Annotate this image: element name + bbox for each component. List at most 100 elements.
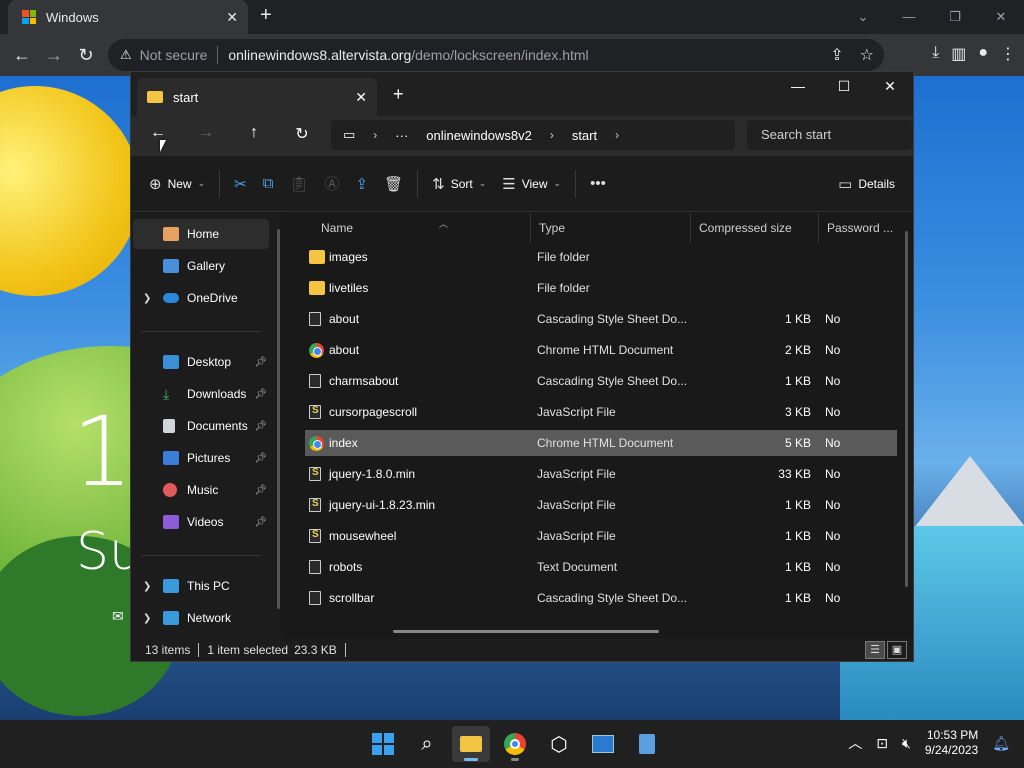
column-header-type[interactable]: Type [531,213,691,243]
file-row[interactable]: robots Text Document 1 KB No [305,554,897,580]
notepad-taskbar-button[interactable] [628,726,666,762]
nav-item-videos[interactable]: Videos 📌︎ [133,507,269,537]
cut-button[interactable]: ✂ [226,168,255,200]
forward-arrow-icon[interactable]: → [38,45,70,66]
sort-button[interactable]: ⇅ Sort ⌄ [424,168,494,200]
url-text[interactable]: onlinewindows8.altervista.org/demo/locks… [228,47,588,63]
chevron-right-icon[interactable]: ❯ [143,293,151,304]
file-password: No [825,467,841,481]
rename-button[interactable]: Ⓐ [316,168,347,200]
security-label[interactable]: Not secure [140,47,208,63]
column-header-compressed-size[interactable]: Compressed size [691,213,819,243]
chevron-right-icon[interactable]: › [550,128,554,142]
nav-item-pictures[interactable]: Pictures 📌︎ [133,443,269,473]
bookmark-star-icon[interactable]: ☆ [860,45,874,65]
file-row[interactable]: mousewheel JavaScript File 1 KB No [305,523,897,549]
view-button[interactable]: ☰ View ⌄ [494,168,569,200]
back-arrow-icon[interactable]: ← [6,45,38,66]
column-header-password[interactable]: Password ... [819,213,905,243]
large-icons-view-icon[interactable]: ▣ [887,641,907,659]
nav-item-music[interactable]: Music 📌︎ [133,475,269,505]
address-bar[interactable]: ▭ › ··· onlinewindows8v2 › start › [331,120,735,150]
search-icon[interactable]: ⌕ [408,726,446,762]
new-button[interactable]: ⊕ New ⌄ [141,168,213,200]
nav-item-this-pc[interactable]: ❯ This PC [133,571,269,601]
chevron-right-icon[interactable]: › [373,128,377,142]
notification-bell-icon[interactable]: 🔔︎ [992,735,1010,752]
more-locations-icon[interactable]: ··· [395,128,408,143]
file-row[interactable]: charmsabout Cascading Style Sheet Do... 1 … [305,368,897,394]
volume-muted-icon[interactable]: 🔇︎ [902,735,911,752]
new-tab-button[interactable]: + [260,4,272,27]
warning-icon[interactable]: ⚠ [120,47,132,63]
nav-scrollbar[interactable] [277,229,280,609]
chevron-right-icon[interactable]: › [615,128,619,142]
breadcrumb-item[interactable]: start [572,128,597,143]
share-button[interactable]: ⇪ [348,168,377,200]
nav-item-network[interactable]: ❯ Network [133,603,269,633]
nav-item-desktop[interactable]: Desktop 📌︎ [133,347,269,377]
nav-item-home[interactable]: Home [133,219,269,249]
column-header-name[interactable]: ︿ Name [313,213,531,243]
browser-tab[interactable]: Windows ✕ [8,0,248,34]
breadcrumb-item[interactable]: onlinewindows8v2 [426,128,532,143]
file-row[interactable]: index Chrome HTML Document 5 KB No [305,430,897,456]
close-window-button[interactable]: ✕ [978,0,1024,34]
chevron-up-icon[interactable]: ︿ [848,733,862,753]
nav-item-documents[interactable]: Documents 📌︎ [133,411,269,441]
network-icon[interactable]: ⊡ [876,735,888,752]
file-row[interactable]: cursorpagescroll JavaScript File 3 KB No [305,399,897,425]
js-file-icon [309,529,321,543]
file-row[interactable]: scrollbar Cascading Style Sheet Do... 1 KB… [305,585,897,611]
refresh-icon[interactable]: ↻ [287,124,317,144]
details-view-icon[interactable]: ☰ [865,641,885,659]
copy-button[interactable]: ⧉ [255,168,282,200]
chevron-right-icon[interactable]: ❯ [143,613,151,624]
file-row[interactable]: images File folder [305,244,897,270]
close-tab-icon[interactable]: ✕ [226,9,238,26]
start-button[interactable] [364,726,402,762]
paste-button[interactable]: 📋︎ [281,168,316,200]
search-input[interactable]: Search start [747,120,913,150]
forward-arrow-icon[interactable]: → [191,124,221,142]
share-icon[interactable]: ⇪ [830,45,843,65]
file-row[interactable]: jquery-1.8.0.min JavaScript File 33 KB No [305,461,897,487]
minimize-button[interactable]: — [775,72,821,102]
restore-button[interactable]: ❐ [932,0,978,34]
clock[interactable]: 10:53 PM 9/24/2023 [925,728,978,758]
back-arrow-icon[interactable]: ← [143,124,173,142]
new-tab-button[interactable]: + [393,84,404,105]
up-arrow-icon[interactable]: ↑ [239,124,269,142]
reload-icon[interactable]: ↻ [70,45,102,66]
file-explorer-taskbar-button[interactable] [452,726,490,762]
file-row[interactable]: livetiles File folder [305,275,897,301]
chrome-taskbar-button[interactable] [496,726,534,762]
explorer-tab[interactable]: start ✕ [137,78,377,116]
photos-taskbar-button[interactable] [584,726,622,762]
file-row[interactable]: about Chrome HTML Document 2 KB No [305,337,897,363]
tab-search-icon[interactable]: ⌄ [840,0,886,34]
maximize-button[interactable]: ☐ [821,72,867,102]
close-tab-icon[interactable]: ✕ [355,89,367,106]
file-row[interactable]: jquery-ui-1.8.23.min JavaScript File 1 KB N… [305,492,897,518]
virtualbox-taskbar-button[interactable]: ⬡ [540,726,578,762]
file-row[interactable]: about Cascading Style Sheet Do... 1 KB No [305,306,897,332]
nav-item-gallery[interactable]: Gallery [133,251,269,281]
vertical-scrollbar[interactable] [905,231,908,587]
menu-kebab-icon[interactable]: ⋮ [1000,44,1016,64]
minimize-button[interactable]: — [886,0,932,34]
profile-icon[interactable]: ● [978,44,988,64]
horizontal-scrollbar[interactable] [393,630,659,633]
side-panel-icon[interactable]: ▥ [951,44,966,64]
delete-button[interactable]: 🗑︎ [376,168,411,200]
details-button[interactable]: ▭ Details [830,168,903,200]
address-bar[interactable]: ⚠ Not secure onlinewindows8.altervista.o… [108,39,884,71]
see-more-button[interactable]: ••• [582,168,614,200]
nav-item-downloads[interactable]: ⤓ Downloads 📌︎ [133,379,269,409]
nav-item-onedrive[interactable]: ❯ OneDrive [133,283,269,313]
download-icon[interactable]: ⤓ [932,44,939,64]
chevron-right-icon[interactable]: ❯ [143,581,151,592]
close-window-button[interactable]: ✕ [867,72,913,102]
sort-up-icon: ︿ [439,219,449,229]
monitor-icon[interactable]: ▭ [343,127,355,143]
